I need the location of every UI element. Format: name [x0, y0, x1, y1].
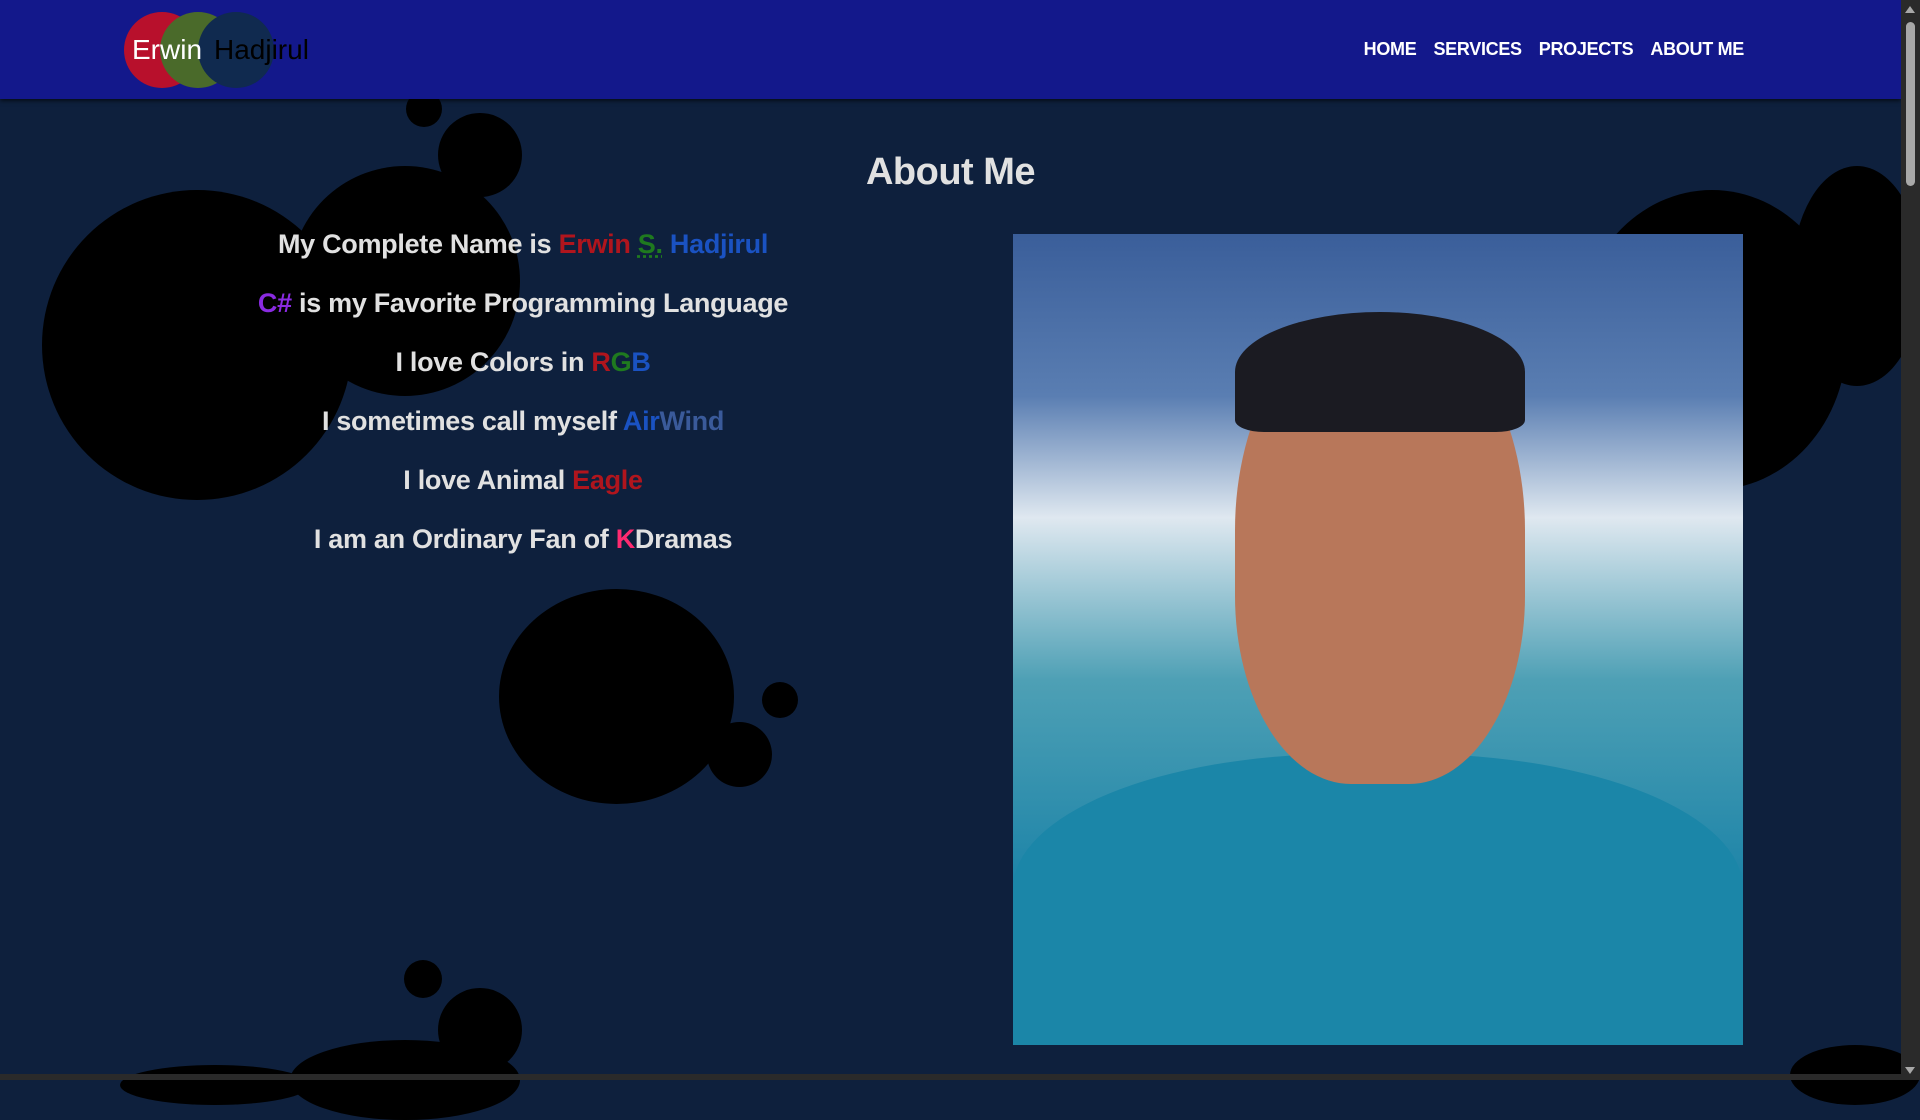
logo-last-name: Hadjirul — [214, 34, 309, 65]
nav-services[interactable]: SERVICES — [1433, 39, 1522, 60]
background-bubble — [120, 1065, 310, 1105]
fact-nickname: I sometimes call myself AirWind — [321, 406, 725, 436]
logo[interactable]: Erwin Hadjirul — [124, 12, 324, 90]
background-bubble — [499, 589, 734, 804]
fact-colors: I love Colors in RGB — [395, 347, 651, 377]
background-bubble — [707, 722, 772, 787]
nav-home[interactable]: HOME — [1364, 39, 1417, 60]
background-bubble — [404, 960, 442, 998]
horizontal-scrollbar[interactable] — [0, 1074, 1901, 1080]
scroll-thumb[interactable] — [1906, 22, 1915, 186]
page-title: About Me — [865, 151, 1036, 194]
logo-first-name: Erwin — [132, 34, 203, 65]
scroll-up-icon[interactable] — [1905, 6, 1915, 13]
background-bubble — [762, 682, 798, 718]
background-bubble — [290, 1040, 520, 1120]
profile-photo — [1013, 234, 1743, 1045]
nav-about-me[interactable]: ABOUT ME — [1650, 39, 1744, 60]
nav-projects[interactable]: PROJECTS — [1539, 39, 1634, 60]
scroll-down-icon[interactable] — [1905, 1067, 1915, 1074]
photo-hair — [1235, 312, 1525, 432]
main-nav: HOME SERVICES PROJECTS ABOUT ME — [1364, 39, 1745, 60]
vertical-scrollbar[interactable] — [1901, 0, 1920, 1080]
about-facts: My Complete Name is Erwin S. Hadjirul C#… — [178, 230, 868, 584]
fact-animal: I love Animal Eagle — [403, 465, 643, 495]
fact-language: C# is my Favorite Programming Language — [257, 288, 789, 318]
photo-shirt — [1013, 754, 1743, 1045]
fact-kdrama: I am an Ordinary Fan of KDramas — [313, 524, 733, 554]
fact-name: My Complete Name is Erwin S. Hadjirul — [277, 229, 769, 259]
navbar: Erwin Hadjirul HOME SERVICES PROJECTS AB… — [0, 0, 1901, 99]
